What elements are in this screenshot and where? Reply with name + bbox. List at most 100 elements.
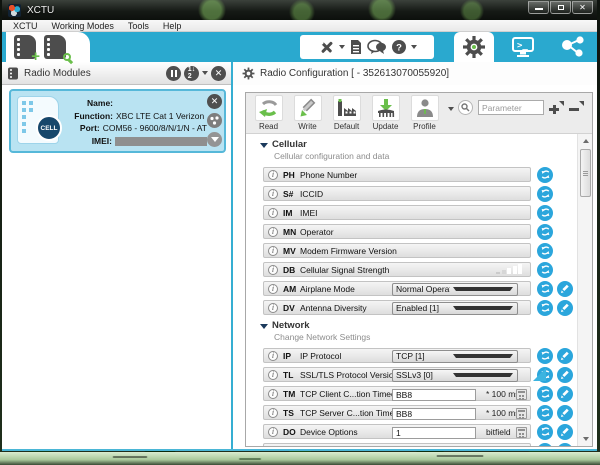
tab-network[interactable] xyxy=(550,32,596,62)
menu-xctu[interactable]: XCTU xyxy=(6,21,45,31)
info-icon[interactable]: i xyxy=(268,388,278,399)
read-param-button[interactable] xyxy=(537,185,553,202)
tools-dropdown-icon[interactable] xyxy=(338,45,345,49)
read-param-button[interactable] xyxy=(537,347,553,364)
scroll-down-icon[interactable] xyxy=(579,433,592,445)
help-icon[interactable]: ? xyxy=(391,39,407,55)
param-select[interactable]: SSLv3 [0] xyxy=(392,369,518,382)
read-param-button[interactable] xyxy=(537,223,553,240)
read-param-button[interactable] xyxy=(537,280,553,297)
calculator-icon[interactable] xyxy=(516,427,527,438)
write-param-button[interactable] xyxy=(557,385,573,402)
tab-console[interactable]: >_ xyxy=(500,32,546,62)
info-icon[interactable]: i xyxy=(268,169,278,180)
param-select[interactable]: TCP [1] xyxy=(392,350,518,363)
maximize-button[interactable] xyxy=(550,1,571,14)
read-param-button[interactable] xyxy=(537,166,553,183)
parameter-row-box[interactable]: i DO Device Options bitfield xyxy=(263,424,531,439)
parameter-row-box[interactable]: i IP IP Protocol TCP [1] xyxy=(263,348,531,363)
profile-button[interactable]: Profile xyxy=(407,95,442,131)
parameter-row-box[interactable]: i IM IMEI xyxy=(263,205,531,220)
read-param-button[interactable] xyxy=(537,442,553,446)
section-header[interactable]: Cellular xyxy=(260,139,592,150)
write-param-button[interactable] xyxy=(557,442,573,446)
default-button[interactable]: Default xyxy=(329,95,364,131)
module-expand-icon[interactable] xyxy=(207,132,222,147)
read-param-button[interactable] xyxy=(537,261,553,278)
info-icon[interactable]: i xyxy=(268,426,278,437)
discover-module-icon[interactable] xyxy=(44,35,71,61)
info-icon[interactable]: i xyxy=(268,207,278,218)
menu-tools[interactable]: Tools xyxy=(121,21,156,31)
profile-dropdown-icon[interactable] xyxy=(448,107,454,111)
update-button[interactable]: Update xyxy=(368,95,403,131)
parameter-row-box[interactable]: i PH Phone Number xyxy=(263,167,531,182)
section-header[interactable]: Network xyxy=(260,320,592,331)
write-param-button[interactable] xyxy=(557,423,573,440)
read-param-button[interactable] xyxy=(537,299,553,316)
collapse-panel-icon[interactable] xyxy=(166,65,181,81)
parameter-search-input[interactable] xyxy=(478,100,544,115)
tab-configuration[interactable] xyxy=(454,32,494,62)
parameter-row-box[interactable]: i MN Operator xyxy=(263,224,531,239)
close-all-modules-icon[interactable]: ✕ xyxy=(211,65,226,81)
write-param-button[interactable] xyxy=(557,366,573,383)
scrollbar-thumb[interactable] xyxy=(580,149,591,197)
read-param-button[interactable] xyxy=(537,385,553,402)
info-icon[interactable]: i xyxy=(268,407,278,418)
feedback-icon[interactable] xyxy=(366,39,387,55)
help-dropdown-icon[interactable] xyxy=(410,45,417,49)
scroll-up-icon[interactable] xyxy=(579,135,592,147)
tools-icon[interactable] xyxy=(318,39,335,56)
info-icon[interactable]: i xyxy=(268,445,278,446)
collapse-all-icon[interactable] xyxy=(569,101,584,114)
close-button[interactable]: ✕ xyxy=(572,1,593,14)
frames-log-icon[interactable] xyxy=(349,39,363,55)
parameter-row-box[interactable]: i AM Airplane Mode Normal Operation [0] xyxy=(263,281,531,296)
info-icon[interactable]: i xyxy=(268,369,278,380)
parameter-row-box[interactable]: i MV Modem Firmware Version xyxy=(263,243,531,258)
info-icon[interactable]: i xyxy=(268,283,278,294)
parameter-row-box[interactable]: i S# ICCID xyxy=(263,186,531,201)
calculator-icon[interactable] xyxy=(516,408,527,419)
expand-all-icon[interactable] xyxy=(549,101,564,114)
info-icon[interactable]: i xyxy=(268,264,278,275)
read-param-button[interactable] xyxy=(537,404,553,421)
read-param-button[interactable] xyxy=(537,204,553,221)
parameter-row-box[interactable]: i EQ Device Cloud FQDN xyxy=(263,443,531,446)
module-close-icon[interactable]: ✕ xyxy=(207,94,222,109)
parameter-row-box[interactable]: i DB Cellular Signal Strength xyxy=(263,262,531,277)
module-discovery-icon[interactable] xyxy=(207,113,222,128)
info-icon[interactable]: i xyxy=(268,350,278,361)
write-param-button[interactable] xyxy=(557,347,573,364)
read-param-button[interactable] xyxy=(537,242,553,259)
info-icon[interactable]: i xyxy=(268,226,278,237)
param-select[interactable]: Enabled [1] xyxy=(392,302,518,315)
param-input[interactable] xyxy=(392,407,476,420)
scrollbar[interactable] xyxy=(577,134,592,446)
read-button[interactable]: Read xyxy=(251,95,286,131)
parameter-row-box[interactable]: i DV Antenna Diversity Enabled [1] xyxy=(263,300,531,315)
param-input[interactable] xyxy=(392,388,476,401)
write-param-button[interactable] xyxy=(557,299,573,316)
info-icon[interactable]: i xyxy=(268,245,278,256)
menu-help[interactable]: Help xyxy=(156,21,189,31)
param-input[interactable] xyxy=(392,426,476,439)
read-param-button[interactable] xyxy=(537,423,553,440)
minimize-button[interactable] xyxy=(528,1,549,14)
info-icon[interactable]: i xyxy=(268,188,278,199)
param-select[interactable]: Normal Operation [0] xyxy=(392,283,518,296)
write-button[interactable]: Write xyxy=(290,95,325,131)
menu-working-modes[interactable]: Working Modes xyxy=(45,21,121,31)
parameter-row-box[interactable]: i TM TCP Client C...tion Timeout * 100 m… xyxy=(263,386,531,401)
radio-module-card[interactable]: CELL Name: Function: XBC LTE Cat 1 Veriz… xyxy=(9,89,226,153)
collapse-section-icon[interactable] xyxy=(260,142,268,148)
info-icon[interactable]: i xyxy=(268,302,278,313)
parameter-row-box[interactable]: i TL SSL/TLS Protocol Version SSLv3 [0] xyxy=(263,367,546,382)
add-module-icon[interactable]: + xyxy=(14,35,40,64)
write-param-button[interactable] xyxy=(557,404,573,421)
sort-modules-icon[interactable]: 1↓ 2 xyxy=(184,65,199,81)
collapse-section-icon[interactable] xyxy=(260,323,268,329)
write-param-button[interactable] xyxy=(557,280,573,297)
calculator-icon[interactable] xyxy=(516,389,527,400)
